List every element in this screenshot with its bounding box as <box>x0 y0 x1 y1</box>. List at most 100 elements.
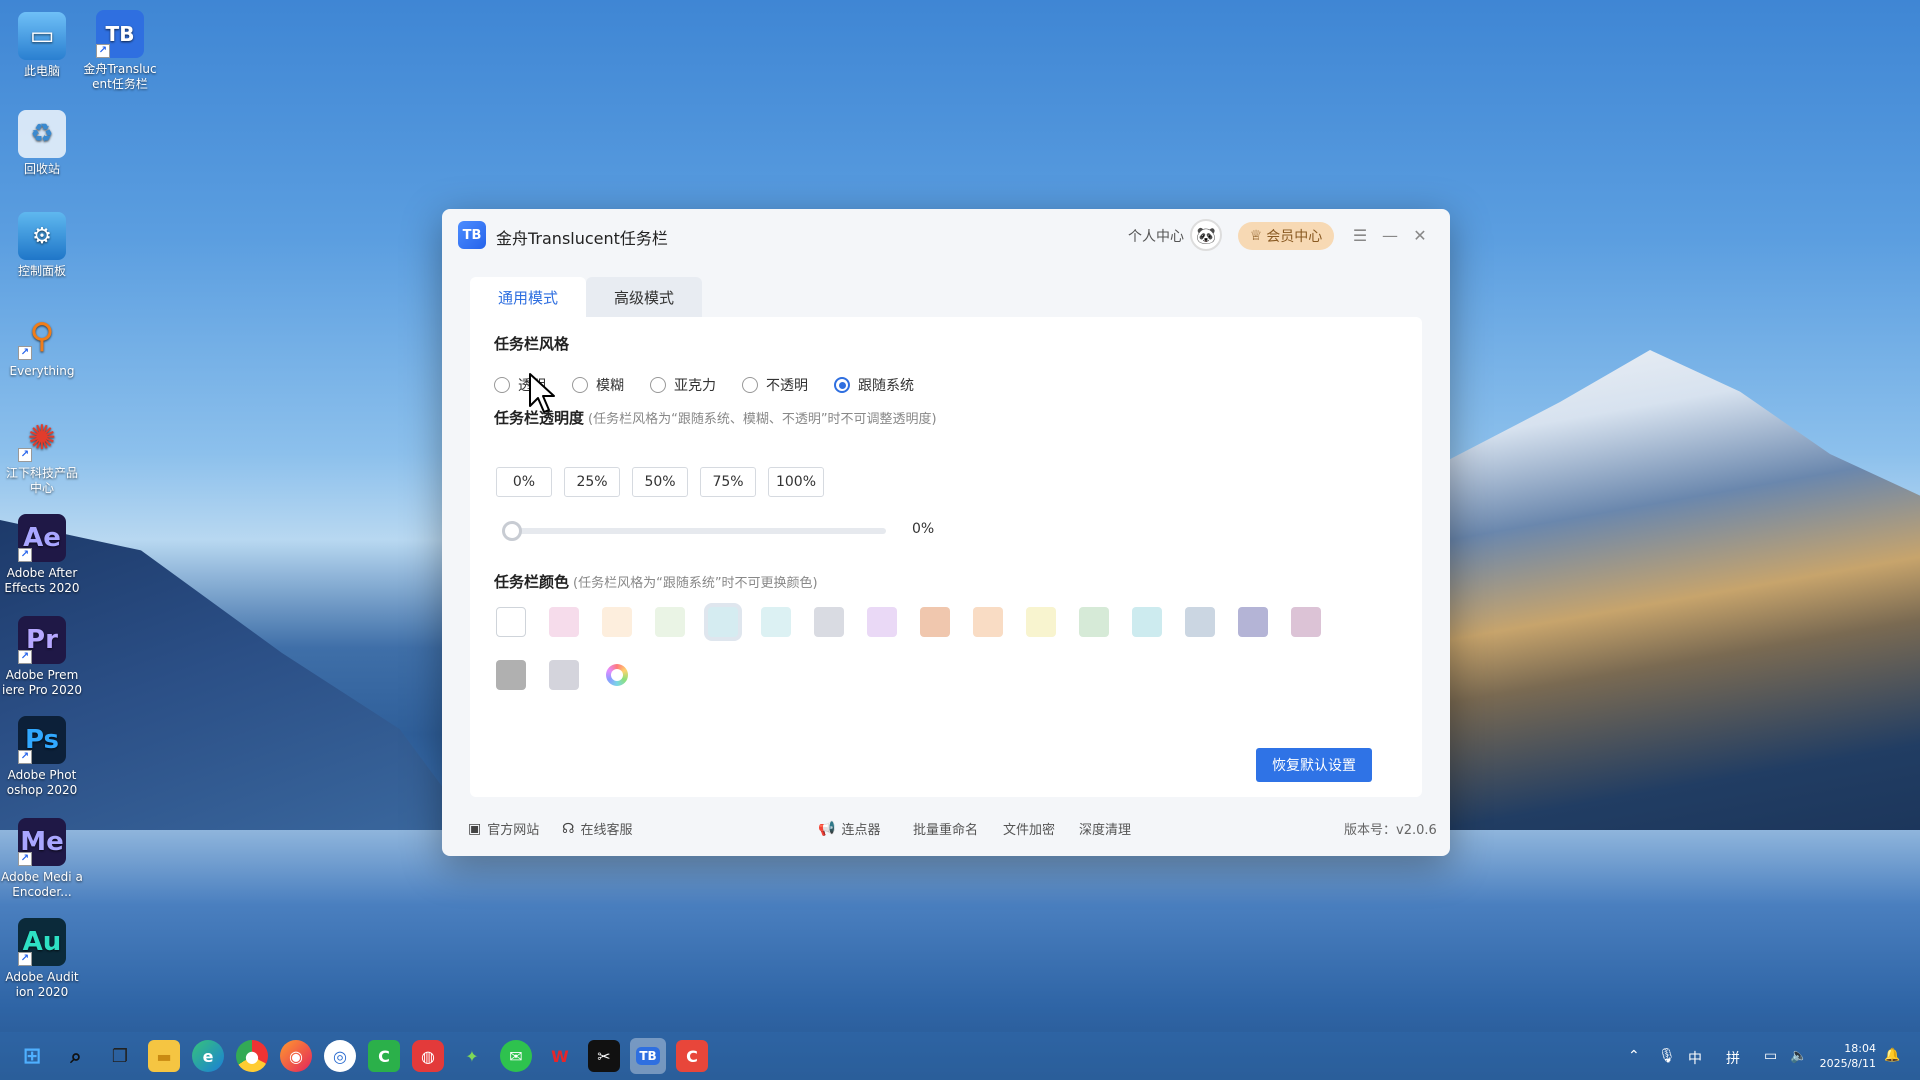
monitor-icon: ▣ <box>468 820 482 837</box>
color-swatch[interactable] <box>867 607 897 637</box>
crown-icon: ♕ <box>1249 228 1263 244</box>
screen-recorder-icon[interactable]: ◍ <box>412 1040 444 1072</box>
desktop-icon-this-pc[interactable]: ▭ 此电脑 <box>0 12 84 79</box>
color-swatch[interactable] <box>496 607 526 637</box>
ime-mode-indicator[interactable]: 拼 <box>1726 1048 1740 1068</box>
radio-button[interactable] <box>650 377 666 393</box>
style-option-acrylic[interactable]: 亚克力 <box>650 375 716 395</box>
radio-button[interactable] <box>572 377 588 393</box>
firefox-icon[interactable]: ◉ <box>280 1040 312 1072</box>
desktop-icon-media-encoder[interactable]: Me ↗ Adobe Medi a Encoder... <box>0 818 84 900</box>
color-swatch[interactable] <box>549 660 579 690</box>
capcut-icon[interactable]: ✂ <box>588 1040 620 1072</box>
desktop-icon-label: 此电脑 <box>23 64 60 78</box>
color-swatch[interactable] <box>602 607 632 637</box>
taskbar-opacity-title: 任务栏透明度 (任务栏风格为“跟随系统、模糊、不透明”时不可调整透明度) <box>494 409 937 427</box>
color-swatch[interactable] <box>814 607 844 637</box>
cortana-icon[interactable]: ◎ <box>324 1040 356 1072</box>
search-icon[interactable]: ⌕ <box>60 1040 92 1072</box>
android-icon[interactable]: ✦ <box>456 1040 488 1072</box>
microphone-icon[interactable]: 🎙 <box>1658 1048 1676 1064</box>
deep-clean-link[interactable]: 深度清理 <box>1079 819 1131 838</box>
batch-rename-link[interactable]: 批量重命名 <box>913 819 978 838</box>
desktop-icon-product-center[interactable]: ✺ ↗ 江下科技产品 中心 <box>0 414 84 496</box>
wps-icon[interactable]: W <box>544 1040 576 1072</box>
photoshop-icon: Ps ↗ <box>18 716 66 764</box>
opacity-slider[interactable] <box>502 521 886 541</box>
radio-button[interactable] <box>494 377 510 393</box>
vip-center-button[interactable]: ♕ 会员中心 <box>1238 222 1334 250</box>
color-swatch[interactable] <box>1079 607 1109 637</box>
color-swatch[interactable] <box>920 607 950 637</box>
desktop-icon-photoshop[interactable]: Ps ↗ Adobe Phot oshop 2020 <box>0 716 84 798</box>
personal-center-link[interactable]: 个人中心 <box>1128 226 1184 246</box>
online-service-link[interactable]: ☊ 在线客服 <box>562 819 632 839</box>
version-label: 版本号：v2.0.6 <box>1344 823 1437 838</box>
windows-start-icon[interactable]: ⊞ <box>16 1040 48 1072</box>
opacity-preset-75[interactable]: 75% <box>700 467 756 497</box>
color-swatch[interactable] <box>655 607 685 637</box>
desktop-icon-control-panel[interactable]: ⚙ 控制面板 <box>0 212 84 279</box>
app-window: TB 金舟Translucent任务栏 个人中心 🐼 ♕ 会员中心 ☰ — ✕ … <box>442 209 1450 856</box>
style-option-follow-system[interactable]: 跟随系统 <box>834 375 914 395</box>
color-swatch[interactable] <box>1185 607 1215 637</box>
official-site-link[interactable]: ▣ 官方网站 <box>468 819 539 839</box>
opacity-slider-thumb[interactable] <box>502 521 522 541</box>
minimize-button[interactable]: — <box>1378 223 1402 247</box>
color-swatch[interactable] <box>1132 607 1162 637</box>
desktop-icon-audition[interactable]: Au ↗ Adobe Audit ion 2020 <box>0 918 84 1000</box>
opacity-hint: (任务栏风格为“跟随系统、模糊、不透明”时不可调整透明度) <box>588 412 937 427</box>
desktop-icon-label: 回收站 <box>23 162 60 176</box>
chrome-icon[interactable]: ● <box>236 1040 268 1072</box>
app-logo-icon: TB <box>458 221 486 249</box>
close-button[interactable]: ✕ <box>1408 223 1432 247</box>
radio-button[interactable] <box>742 377 758 393</box>
wechat-icon[interactable]: ✉ <box>500 1040 532 1072</box>
color-swatch[interactable] <box>1238 607 1268 637</box>
color-swatch[interactable] <box>1026 607 1056 637</box>
edge-icon[interactable]: e <box>192 1040 224 1072</box>
opacity-preset-0[interactable]: 0% <box>496 467 552 497</box>
desktop-icon-premiere[interactable]: Pr ↗ Adobe Prem iere Pro 2020 <box>0 616 84 698</box>
desktop-icon-after-effects[interactable]: Ae ↗ Adobe After Effects 2020 <box>0 514 84 596</box>
camtasia-icon[interactable]: C <box>368 1040 400 1072</box>
tab-advanced-mode[interactable]: 高级模式 <box>586 277 703 317</box>
chevron-up-icon[interactable]: ⌃ <box>1628 1048 1640 1064</box>
title-bar[interactable]: TB 金舟Translucent任务栏 个人中心 🐼 ♕ 会员中心 ☰ — ✕ <box>442 209 1450 261</box>
task-view-icon[interactable]: ❐ <box>104 1040 136 1072</box>
style-option-opaque[interactable]: 不透明 <box>742 375 808 395</box>
clock-time: 18:04 <box>1844 1042 1876 1055</box>
notification-icon[interactable]: 🔔 <box>1884 1048 1900 1063</box>
desktop-icon-tb-app[interactable]: TB ↗ 金舟Transluc ent任务栏 <box>78 10 162 92</box>
file-explorer-icon[interactable]: ▬ <box>148 1040 180 1072</box>
menu-icon[interactable]: ☰ <box>1348 223 1372 247</box>
reset-defaults-button[interactable]: 恢复默认设置 <box>1256 748 1372 782</box>
settings-panel: 任务栏风格 透明 模糊 亚克力 不透明 跟随系统 任务栏透明度(任务栏风格为“跟… <box>470 317 1422 797</box>
color-swatch[interactable] <box>496 660 526 690</box>
color-swatch[interactable] <box>549 607 579 637</box>
color-swatch[interactable] <box>761 607 791 637</box>
radio-button-selected[interactable] <box>834 377 850 393</box>
desktop-icon-everything[interactable]: ⚲ ↗ Everything <box>0 312 84 379</box>
custom-color-picker-icon[interactable] <box>606 664 628 686</box>
desktop-icon-recycle-bin[interactable]: ♻ 回收站 <box>0 110 84 177</box>
tab-general-mode[interactable]: 通用模式 <box>470 277 587 317</box>
system-clock[interactable]: 18:04 2025/8/11 <box>1820 1041 1876 1071</box>
office-app-icon[interactable]: C <box>676 1040 708 1072</box>
opacity-preset-25[interactable]: 25% <box>564 467 620 497</box>
tb-app-icon[interactable]: TB <box>630 1038 666 1074</box>
avatar[interactable]: 🐼 <box>1190 219 1222 251</box>
color-swatch[interactable] <box>1291 607 1321 637</box>
opacity-preset-50[interactable]: 50% <box>632 467 688 497</box>
file-encrypt-link[interactable]: 文件加密 <box>1003 819 1055 838</box>
clicker-link[interactable]: 📢 连点器 <box>818 819 880 839</box>
window-footer: ▣ 官方网站 ☊ 在线客服 📢 连点器 批量重命名 文件加密 深度清理 版本号：v2.… <box>442 817 1450 841</box>
network-icon[interactable]: ▭ <box>1764 1048 1777 1064</box>
opacity-preset-100[interactable]: 100% <box>768 467 824 497</box>
tb-app-icon: TB ↗ <box>96 10 144 58</box>
color-swatch[interactable] <box>973 607 1003 637</box>
color-swatch[interactable] <box>708 607 738 637</box>
volume-icon[interactable]: 🔈 <box>1790 1048 1807 1064</box>
ime-language-indicator[interactable]: 中 <box>1688 1048 1702 1068</box>
style-option-blur[interactable]: 模糊 <box>572 375 624 395</box>
